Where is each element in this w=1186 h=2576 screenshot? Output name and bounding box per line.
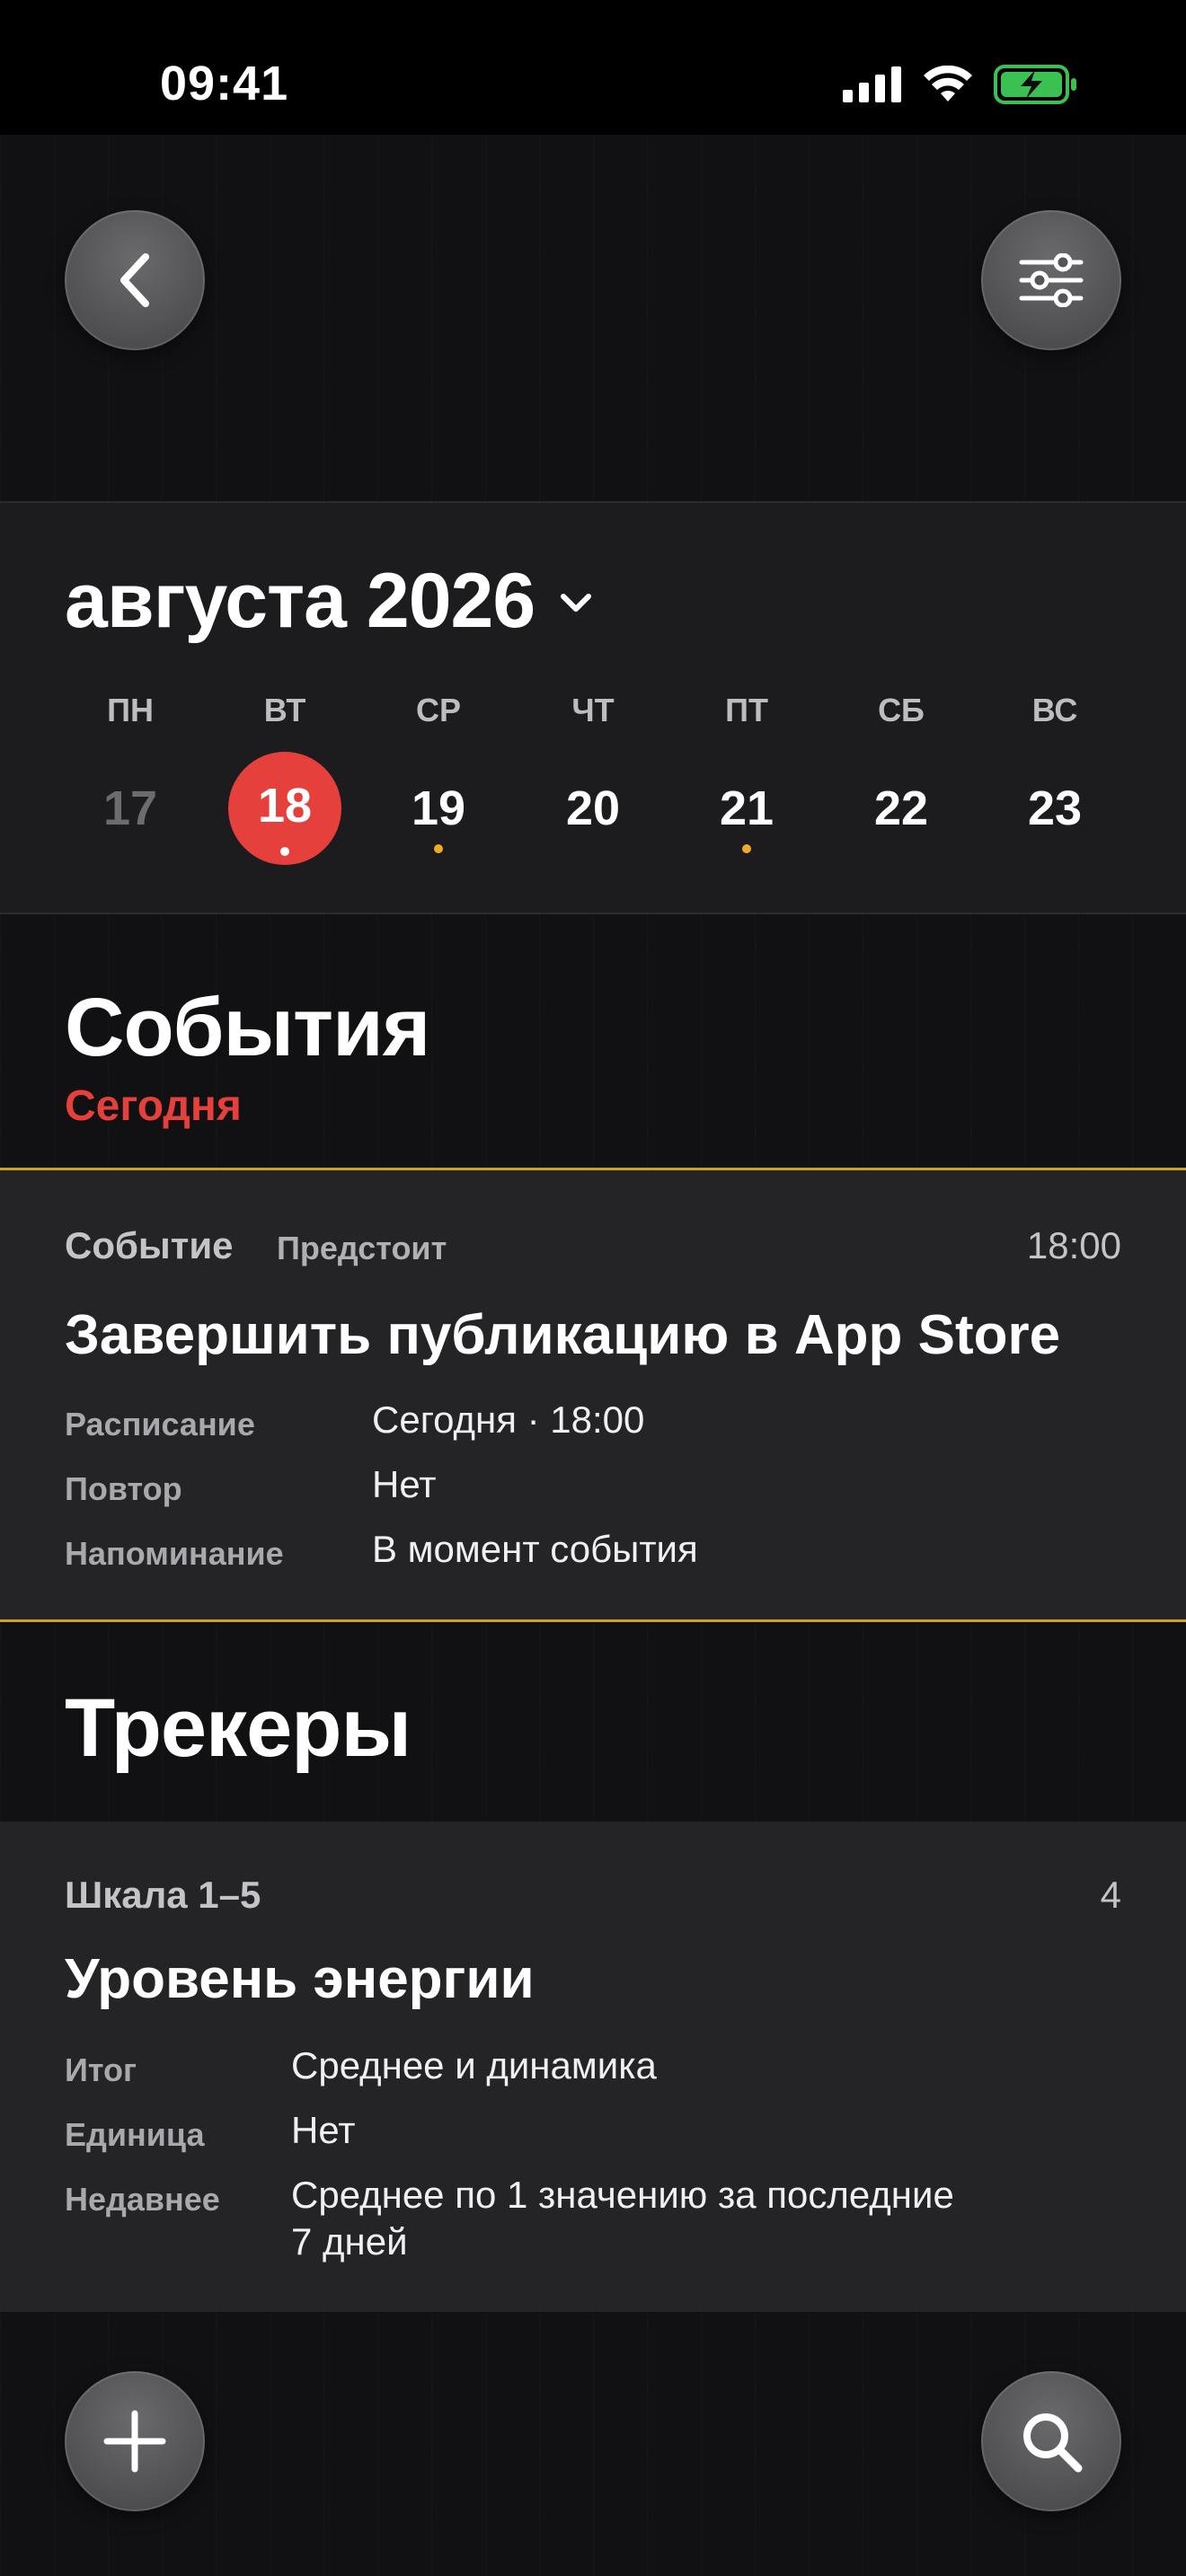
detail-value: Среднее и динамика	[291, 2044, 657, 2086]
month-title: августа 2026	[65, 558, 535, 644]
detail-label: Напоминание	[65, 1535, 284, 1572]
tracker-card[interactable]: Шкала 1–5 4 Уровень энергии Итог Среднее…	[0, 1822, 1186, 2312]
month-selector[interactable]: августа 2026	[65, 557, 594, 646]
battery-charging-icon	[994, 65, 1076, 104]
detail-label: Итог	[65, 2051, 137, 2088]
detail-label: Недавнее	[65, 2181, 220, 2218]
day-cell[interactable]: 21	[693, 754, 801, 862]
event-dot	[742, 844, 751, 853]
events-subtitle: Сегодня	[65, 1082, 242, 1130]
weekday-label: СБ	[878, 692, 925, 728]
event-dot	[280, 847, 289, 856]
search-icon	[1023, 2413, 1083, 2473]
day-cell[interactable]: 22	[847, 754, 955, 862]
detail-label: Повтор	[65, 1470, 182, 1507]
status-bar: 09:41	[0, 0, 1186, 135]
weekday-label: СР	[415, 692, 461, 728]
chevron-down-icon	[561, 593, 592, 612]
signal-icon	[843, 66, 901, 102]
weekday-label: ПН	[107, 692, 154, 728]
day-cell[interactable]: 17	[76, 754, 184, 862]
day-number: 19	[411, 781, 466, 835]
detail-value: Нет	[291, 2109, 356, 2151]
filter-button[interactable]	[981, 210, 1121, 350]
tracker-value: 4	[1100, 1874, 1121, 1916]
plus-icon	[103, 2410, 166, 2473]
event-dot	[434, 844, 443, 853]
tracker-title: Уровень энергии	[65, 1948, 535, 2010]
event-title: Завершить публикацию в App Store	[65, 1304, 1061, 1366]
detail-label: Единица	[65, 2116, 205, 2153]
events-heading: События	[65, 982, 430, 1073]
day-cell-today[interactable]: 18	[228, 752, 341, 865]
search-button[interactable]	[981, 2371, 1121, 2511]
weekday-label: ВС	[1031, 692, 1078, 728]
detail-value-line: Среднее по 1 значению за последние	[291, 2174, 954, 2216]
event-kind: Событие	[65, 1224, 234, 1266]
add-button[interactable]	[65, 2371, 205, 2511]
detail-value: Сегодня · 18:00	[372, 1398, 645, 1441]
day-cell[interactable]: 20	[539, 754, 647, 862]
status-time: 09:41	[160, 57, 289, 110]
week-calendar: августа 2026 ПН ВТ СР ЧТ ПТ СБ ВС 17 18 …	[0, 501, 1186, 914]
sliders-icon	[1019, 253, 1084, 307]
weekday-label: ПТ	[725, 692, 768, 728]
day-number: 21	[719, 781, 774, 835]
event-time: 18:00	[1026, 1224, 1121, 1266]
detail-value: В момент события	[372, 1528, 698, 1570]
day-cell[interactable]: 23	[1001, 754, 1109, 862]
detail-label: Расписание	[65, 1406, 255, 1442]
detail-value-line: 7 дней	[291, 2220, 408, 2263]
trackers-heading: Трекеры	[65, 1682, 412, 1774]
weekday-label: ЧТ	[571, 692, 615, 728]
back-button[interactable]	[65, 210, 205, 350]
detail-value: Нет	[372, 1463, 437, 1505]
event-state: Предстоит	[277, 1230, 447, 1266]
wifi-icon	[924, 66, 972, 101]
day-number: 18	[257, 779, 313, 833]
day-cell[interactable]: 19	[385, 754, 492, 862]
tracker-kind: Шкала 1–5	[65, 1874, 261, 1916]
chevron-left-icon	[120, 253, 149, 307]
detail-value: Среднее по 1 значению за последние 7 дне…	[291, 2172, 954, 2265]
event-card[interactable]: Событие Предстоит 18:00 Завершить публик…	[0, 1168, 1186, 1622]
status-icons	[843, 65, 1078, 104]
weekday-label: ВТ	[263, 692, 306, 728]
